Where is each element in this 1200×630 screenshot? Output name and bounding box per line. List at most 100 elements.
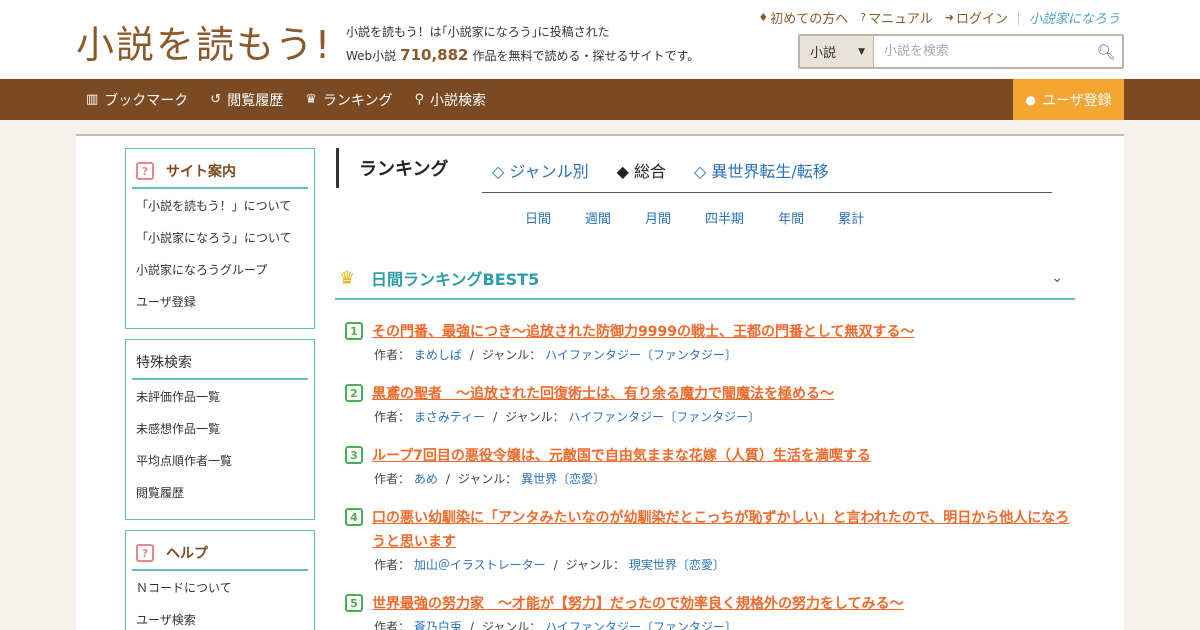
sidebar-item-ncode[interactable]: Ｎコードについて <box>126 571 314 603</box>
sidebar-item-history[interactable]: 閲覧履歴 <box>126 476 314 508</box>
site-header: 小説を読もう! 小説を読もう！は｢小説家になろう｣に投稿された Web小説 710… <box>0 0 1200 79</box>
work-count: 710,882 <box>400 46 469 64</box>
period-yearly[interactable]: 年間 <box>778 208 804 227</box>
author-label: 作者： <box>374 472 411 486</box>
nav-bookmark[interactable]: ▥ ブックマーク <box>86 90 188 110</box>
ranking-tabs: ◇ ジャンル別 ◆ 総合 ◇ 異世界転生/転移 <box>492 158 857 182</box>
entry-meta: 作者： あめ / ジャンル： 異世界〔恋愛〕 <box>374 468 1075 490</box>
genre-label: ジャンル： <box>457 472 518 486</box>
register-label: ユーザ登録 <box>1041 92 1112 109</box>
help-box: ? ヘルプ Ｎコードについて ユーザ検索 <box>125 530 315 630</box>
tab-isekai[interactable]: ◇ 異世界転生/転移 <box>694 158 829 182</box>
history-icon: ↺ <box>210 92 222 107</box>
genre-label: ジャンル： <box>505 410 565 424</box>
tagline-line2: Web小説 710,882 作品を無料で読める・探せるサイトです。 <box>346 46 699 64</box>
entry-genre[interactable]: ハイファンタジー〔ファンタジー〕 <box>545 620 737 630</box>
meta-separator: / <box>445 472 450 486</box>
beginner-icon: ♦ <box>758 11 769 24</box>
nav-bookmark-label: ブックマーク <box>104 92 189 109</box>
site-guide-box: ? サイト案内 「小説を読もう！」について 「小説家になろう」について 小説家にな… <box>125 148 315 329</box>
ranking-heading: ランキング <box>336 148 448 188</box>
bookmark-icon: ▥ <box>86 92 99 107</box>
entry-author[interactable]: まめしば <box>414 348 462 362</box>
tab-overall[interactable]: ◆ 総合 <box>617 158 666 182</box>
entry-genre[interactable]: 現実世界〔恋愛〕 <box>629 558 725 572</box>
top-links: ♦ 初めての方へ ? マニュアル ➜ ログイン 小説家になろう <box>746 8 1120 27</box>
entry-author[interactable]: あめ <box>414 472 438 486</box>
login-link[interactable]: ➜ ログイン <box>945 8 1008 27</box>
tab-genre[interactable]: ◇ ジャンル別 <box>492 158 589 182</box>
ranking-entry: 4 口の悪い幼馴染に「アンタみたいなのが幼馴染だとこっちが恥ずかしい」と言われたの… <box>345 506 1075 576</box>
search-bar: 小説 ▼ 🔍︎ <box>798 34 1124 69</box>
period-monthly[interactable]: 月間 <box>645 208 671 227</box>
ranking-entry: 3 ループ7回目の悪役令嬢は、元敵国で自由気ままな花嫁（人質）生活を満喫する 作者… <box>345 444 1075 490</box>
sidebar-item-unrated[interactable]: 未評価作品一覧 <box>126 380 314 412</box>
sidebar-item-about-narou[interactable]: 「小説家になろう」について <box>126 221 314 253</box>
rank-number: 5 <box>345 594 363 612</box>
special-search-heading: 特殊検索 <box>132 346 308 380</box>
search-button[interactable]: 🔍︎ <box>1090 36 1122 67</box>
entry-title[interactable]: その門番、最強につき～追放された防御力9999の戦士、王都の門番として無双する～ <box>372 320 915 344</box>
entry-title[interactable]: 口の悪い幼馴染に「アンタみたいなのが幼馴染だとこっちが恥ずかしい」と言われたので… <box>372 506 1075 554</box>
site-guide-title: サイト案内 <box>166 164 236 180</box>
sidebar-item-avg-authors[interactable]: 平均点順作者一覧 <box>126 444 314 476</box>
rank-number: 1 <box>345 322 363 340</box>
entry-author[interactable]: まさみティー <box>414 410 485 424</box>
site-guide-heading: ? サイト案内 <box>132 155 308 189</box>
author-label: 作者： <box>374 348 411 362</box>
crown-icon: ♛ <box>339 267 356 289</box>
entry-title[interactable]: 黒鳶の聖者 ～追放された回復術士は、有り余る魔力で闇魔法を極める～ <box>372 382 834 406</box>
main-nav: ▥ ブックマーク ↺ 閲覧履歴 ♛ ランキング ⚲ 小説検索 ● ユーザ登録 <box>0 79 1200 120</box>
nav-ranking[interactable]: ♛ ランキング <box>305 90 392 110</box>
divider <box>1017 10 1019 25</box>
entry-author[interactable]: 加山＠イラストレーター <box>414 558 546 572</box>
genre-label: ジャンル： <box>565 558 626 572</box>
period-links: 日間 週間 月間 四半期 年間 累計 <box>525 208 898 227</box>
entry-genre[interactable]: ハイファンタジー〔ファンタジー〕 <box>568 410 760 424</box>
tagline-line1: 小説を読もう！は｢小説家になろう｣に投稿された <box>346 25 610 39</box>
tab-divider <box>482 192 1052 193</box>
nav-history[interactable]: ↺ 閲覧履歴 <box>210 90 283 110</box>
main-content: ? サイト案内 「小説を読もう！」について 「小説家になろう」について 小説家にな… <box>76 134 1124 630</box>
sidebar-item-about-yomou[interactable]: 「小説を読もう！」について <box>126 189 314 221</box>
author-label: 作者： <box>374 410 411 424</box>
period-daily[interactable]: 日間 <box>525 208 551 227</box>
entry-genre[interactable]: 異世界〔恋愛〕 <box>521 472 605 486</box>
login-icon: ➜ <box>944 11 954 24</box>
entry-title[interactable]: ループ7回目の悪役令嬢は、元敵国で自由気ままな花嫁（人質）生活を満喫する <box>372 444 871 468</box>
period-quarterly[interactable]: 四半期 <box>705 208 744 227</box>
entry-meta: 作者： まさみティー / ジャンル： ハイファンタジー〔ファンタジー〕 <box>374 406 1075 428</box>
help-title: ヘルプ <box>166 546 208 562</box>
period-total[interactable]: 累計 <box>838 208 864 227</box>
manual-link-label: マニュアル <box>868 12 933 27</box>
register-button[interactable]: ● ユーザ登録 <box>1013 79 1124 120</box>
user-icon: ● <box>1025 92 1036 107</box>
manual-link[interactable]: ? マニュアル <box>860 8 932 27</box>
site-logo[interactable]: 小説を読もう! <box>76 16 332 67</box>
entry-author[interactable]: 蒼乃白兎 <box>414 620 462 630</box>
entry-genre[interactable]: ハイファンタジー〔ファンタジー〕 <box>545 348 737 362</box>
entry-title[interactable]: 世界最強の努力家 ～才能が【努力】だったので効率良く規格外の努力をしてみる～ <box>372 592 904 616</box>
genre-label: ジャンル： <box>481 620 542 630</box>
best5-header[interactable]: ♛ 日間ランキングBEST5 ⌄ <box>335 258 1075 300</box>
sidebar-item-no-review[interactable]: 未感想作品一覧 <box>126 412 314 444</box>
beginner-link[interactable]: ♦ 初めての方へ <box>758 8 848 27</box>
author-label: 作者： <box>374 558 411 572</box>
sidebar-item-register[interactable]: ユーザ登録 <box>126 285 314 317</box>
tagline-suffix: 作品を無料で読める・探せるサイトです。 <box>472 49 700 63</box>
search-icon: ⚲ <box>414 92 424 107</box>
period-weekly[interactable]: 週間 <box>585 208 611 227</box>
meta-separator: / <box>469 620 474 630</box>
entry-meta: 作者： まめしば / ジャンル： ハイファンタジー〔ファンタジー〕 <box>374 344 1075 366</box>
entry-meta: 作者： 蒼乃白兎 / ジャンル： ハイファンタジー〔ファンタジー〕 <box>374 616 1075 630</box>
search-category-select[interactable]: 小説 ▼ <box>800 36 874 67</box>
nav-search[interactable]: ⚲ 小説検索 <box>414 90 486 110</box>
login-link-label: ログイン <box>955 12 1008 27</box>
chevron-down-icon[interactable]: ⌄ <box>1051 270 1063 286</box>
ranking-entry: 2 黒鳶の聖者 ～追放された回復術士は、有り余る魔力で闇魔法を極める～ 作者： ま… <box>345 382 1075 428</box>
sidebar-item-narou-group[interactable]: 小説家になろうグループ <box>126 253 314 285</box>
search-input[interactable] <box>874 36 1090 67</box>
question-icon: ? <box>136 544 154 562</box>
sidebar-item-user-search[interactable]: ユーザ検索 <box>126 603 314 630</box>
narou-logo[interactable]: 小説家になろう <box>1029 8 1120 27</box>
